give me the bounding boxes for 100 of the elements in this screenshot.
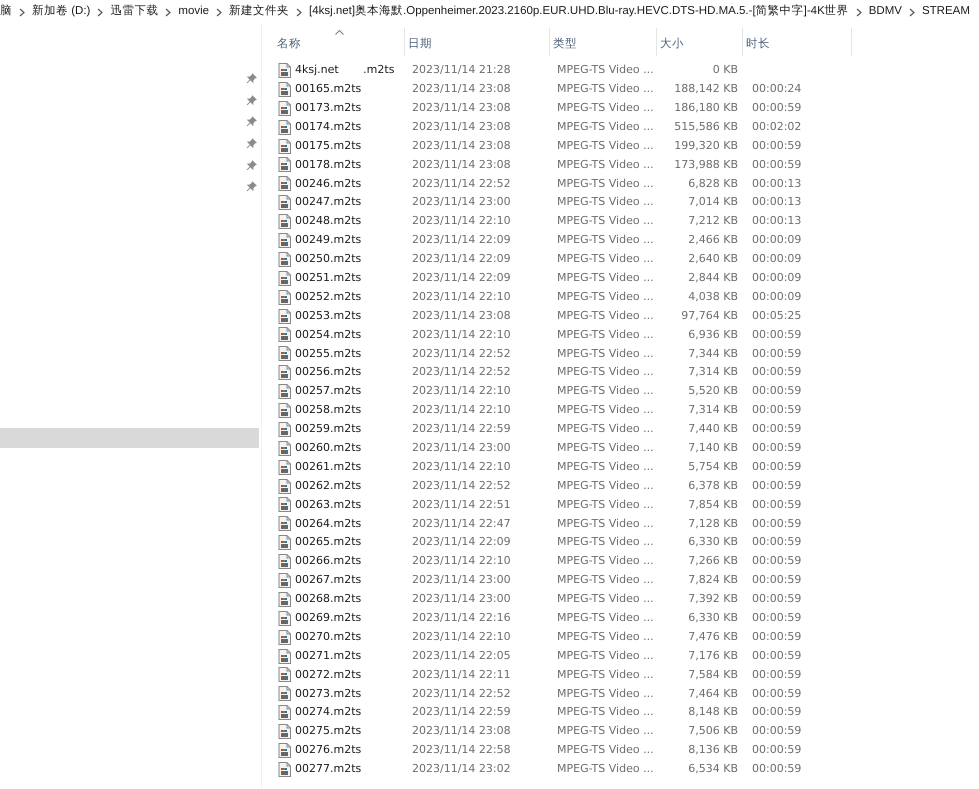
video-file-icon bbox=[278, 176, 291, 192]
file-date: 2023/11/14 23:00 bbox=[411, 572, 512, 588]
column-header[interactable]: 时长 bbox=[743, 28, 852, 56]
file-name[interactable]: 00265.m2ts bbox=[295, 534, 362, 551]
chevron-icon bbox=[856, 8, 862, 16]
file-date: 2023/11/14 22:52 bbox=[411, 686, 512, 702]
video-file-icon bbox=[278, 705, 291, 720]
file-date: 2023/11/14 22:10 bbox=[411, 213, 512, 230]
file-name[interactable]: 00277.m2ts bbox=[295, 761, 362, 778]
video-file-icon bbox=[278, 440, 291, 456]
file-name[interactable]: 00257.m2ts bbox=[295, 383, 362, 400]
file-name[interactable]: 00270.m2ts bbox=[295, 628, 362, 646]
file-size: 7,314 KB bbox=[687, 402, 739, 418]
video-file-icon bbox=[278, 648, 291, 664]
file-date: 2023/11/14 22:59 bbox=[411, 421, 512, 438]
file-name[interactable]: 00272.m2ts bbox=[295, 666, 362, 684]
file-name[interactable]: 00175.m2ts bbox=[295, 138, 362, 154]
file-size: 7,314 KB bbox=[687, 364, 739, 380]
file-name[interactable]: 00246.m2ts bbox=[295, 176, 362, 192]
file-type: MPEG-TS Video ... bbox=[556, 118, 655, 135]
breadcrumb-item[interactable]: [4ksj.net]奥本海默.Oppenheimer.2023.2160p.EUR.UHD.Blu-ray.HEVC.DTS-HD.MA.5.-[简繁中字]-4K世界 bbox=[309, 3, 849, 21]
file-name[interactable]: 00253.m2ts bbox=[295, 308, 362, 324]
file-name[interactable]: 00269.m2ts bbox=[295, 610, 362, 627]
video-file-icon bbox=[278, 686, 291, 702]
file-name[interactable]: 00258.m2ts bbox=[295, 402, 362, 419]
file-name[interactable]: 00266.m2ts bbox=[295, 553, 362, 570]
file-type: MPEG-TS Video ... bbox=[556, 648, 655, 664]
file-name[interactable]: 00173.m2ts bbox=[295, 100, 362, 116]
file-name[interactable]: 00254.m2ts bbox=[295, 326, 362, 344]
file-type: MPEG-TS Video ... bbox=[556, 553, 655, 570]
file-name[interactable]: 00251.m2ts bbox=[295, 270, 362, 286]
file-name[interactable]: 00263.m2ts bbox=[295, 496, 362, 514]
file-size: 0 KB bbox=[712, 62, 739, 78]
file-date: 2023/11/14 23:08 bbox=[411, 156, 512, 173]
breadcrumb-item[interactable]: 迅雷下载 bbox=[110, 3, 158, 21]
file-type: MPEG-TS Video ... bbox=[556, 346, 655, 362]
file-name[interactable]: 00165.m2ts bbox=[295, 81, 362, 98]
file-duration: 00:00:59 bbox=[751, 591, 802, 608]
file-name[interactable]: 00256.m2ts bbox=[295, 364, 362, 381]
file-duration: 00:00:59 bbox=[751, 156, 802, 173]
file-type: MPEG-TS Video ... bbox=[556, 156, 655, 173]
file-name[interactable]: 00268.m2ts bbox=[295, 591, 362, 608]
file-duration: 00:00:59 bbox=[751, 326, 802, 343]
file-name[interactable]: 4ksj.net .m2ts bbox=[295, 62, 394, 79]
file-size: 6,828 KB bbox=[687, 176, 739, 192]
file-duration: 00:00:59 bbox=[751, 666, 802, 683]
breadcrumb-item[interactable]: 脑 bbox=[0, 3, 12, 21]
file-size: 7,476 KB bbox=[687, 628, 739, 645]
file-size: 5,520 KB bbox=[687, 383, 739, 400]
chevron-icon bbox=[296, 8, 302, 16]
file-type: MPEG-TS Video ... bbox=[556, 478, 655, 494]
file-name[interactable]: 00260.m2ts bbox=[295, 440, 362, 456]
file-name[interactable]: 00250.m2ts bbox=[295, 251, 362, 268]
file-name[interactable]: 00248.m2ts bbox=[295, 213, 362, 230]
file-type: MPEG-TS Video ... bbox=[556, 232, 655, 248]
file-name[interactable]: 00274.m2ts bbox=[295, 704, 362, 721]
video-file-icon bbox=[278, 724, 291, 740]
column-header[interactable]: 日期 bbox=[405, 28, 550, 56]
file-duration: 00:00:59 bbox=[751, 723, 802, 740]
file-type: MPEG-TS Video ... bbox=[556, 421, 655, 438]
breadcrumb-item[interactable]: 新建文件夹 bbox=[229, 3, 290, 21]
breadcrumb-item[interactable]: 新加卷 (D:) bbox=[32, 3, 90, 21]
file-size: 7,440 KB bbox=[687, 421, 739, 438]
breadcrumb-item[interactable]: STREAM bbox=[922, 3, 970, 21]
file-name[interactable]: 00249.m2ts bbox=[295, 232, 362, 249]
file-type: MPEG-TS Video ... bbox=[556, 440, 655, 456]
file-size: 7,584 KB bbox=[687, 666, 739, 683]
file-duration: 00:00:59 bbox=[751, 496, 802, 513]
column-header[interactable]: 名称 bbox=[262, 28, 405, 56]
file-name[interactable]: 00262.m2ts bbox=[295, 478, 362, 494]
column-header[interactable]: 大小 bbox=[657, 28, 743, 56]
file-name[interactable]: 00273.m2ts bbox=[295, 686, 362, 702]
file-name[interactable]: 00178.m2ts bbox=[295, 156, 362, 174]
file-duration: 00:00:59 bbox=[751, 516, 802, 532]
file-name[interactable]: 00261.m2ts bbox=[295, 458, 362, 476]
file-name[interactable]: 00271.m2ts bbox=[295, 648, 362, 664]
file-name[interactable]: 00276.m2ts bbox=[295, 742, 362, 759]
file-type: MPEG-TS Video ... bbox=[556, 516, 655, 532]
file-name[interactable]: 00264.m2ts bbox=[295, 516, 362, 532]
file-name[interactable]: 00247.m2ts bbox=[295, 194, 362, 211]
file-name[interactable]: 00275.m2ts bbox=[295, 723, 362, 740]
file-size: 7,392 KB bbox=[687, 591, 739, 608]
breadcrumb-item[interactable]: movie bbox=[178, 3, 210, 21]
video-file-icon bbox=[278, 572, 291, 588]
file-duration: 00:00:09 bbox=[751, 288, 802, 305]
video-file-icon bbox=[278, 743, 291, 758]
file-name[interactable]: 00267.m2ts bbox=[295, 572, 362, 589]
file-name[interactable]: 00259.m2ts bbox=[295, 421, 362, 438]
file-size: 7,176 KB bbox=[687, 648, 739, 664]
chevron-icon bbox=[19, 8, 25, 16]
file-type: MPEG-TS Video ... bbox=[556, 572, 655, 588]
column-header[interactable]: 类型 bbox=[550, 28, 657, 56]
file-name[interactable]: 00252.m2ts bbox=[295, 288, 362, 306]
file-type: MPEG-TS Video ... bbox=[556, 591, 655, 608]
file-name[interactable]: 00174.m2ts bbox=[295, 118, 362, 136]
file-date: 2023/11/14 23:08 bbox=[411, 723, 512, 740]
file-name[interactable]: 00255.m2ts bbox=[295, 346, 362, 362]
breadcrumb-item[interactable]: BDMV bbox=[868, 3, 902, 21]
file-date: 2023/11/14 22:52 bbox=[411, 346, 512, 362]
file-size: 2,844 KB bbox=[687, 270, 739, 286]
